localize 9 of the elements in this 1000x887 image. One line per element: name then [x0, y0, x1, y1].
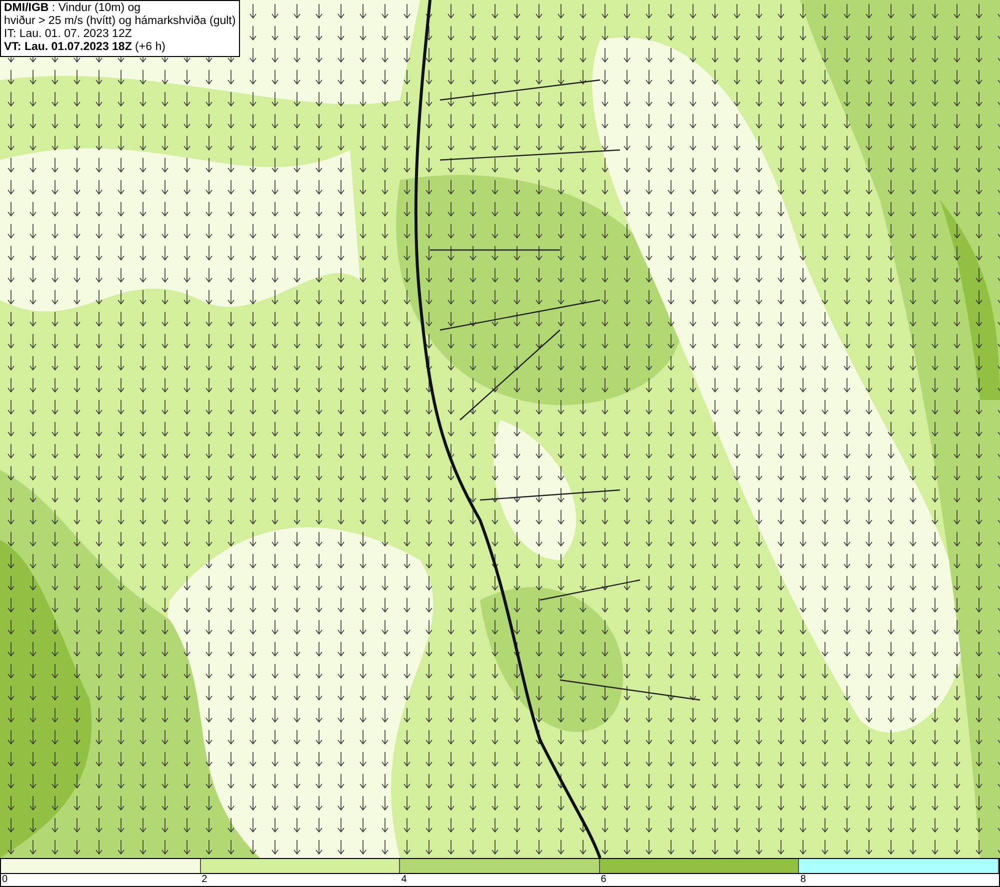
header-line: hviður > 25 m/s (hvítt) og hámarkshviða (gult)	[4, 15, 236, 28]
legend-tick: 6	[600, 874, 606, 886]
header-line: IT: Lau. 01. 07. 2023 12Z	[4, 28, 133, 41]
legend-tick: 8	[799, 874, 806, 886]
legend-tick: 2	[200, 874, 208, 886]
header-line: DMI/IGB : Vindur (10m) og	[4, 2, 142, 15]
header-line: VT: Lau. 01.07.2023 18Z (+6 h)	[4, 41, 166, 54]
legend-tick: 4	[400, 874, 407, 886]
legend-tick: 0	[1, 874, 8, 886]
